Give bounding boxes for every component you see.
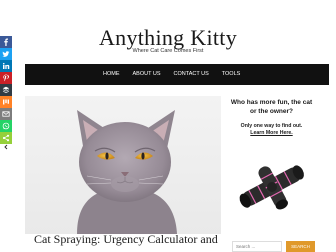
nav-item-tools[interactable]: TOOLS (222, 64, 241, 85)
email-icon (2, 111, 10, 117)
twitter-share-button[interactable] (0, 48, 12, 60)
share-bar-toggle[interactable] (3, 144, 9, 150)
nav-item-home[interactable]: HOME (103, 64, 120, 85)
search-input[interactable] (232, 241, 282, 252)
email-share-button[interactable] (0, 108, 12, 120)
ad-subtext: Only one way to find out. (240, 123, 303, 129)
site-header: Anything Kitty Where Cat Care Comes Firs… (0, 0, 336, 64)
chevron-left-icon (4, 144, 8, 150)
ad-learn-more-link[interactable]: Learn More Here. (229, 130, 314, 137)
nav-item-about-us[interactable]: ABOUT US (133, 64, 161, 85)
main-nav: HOME ABOUT US CONTACT US TOOLS (25, 64, 329, 85)
linkedin-icon (2, 62, 10, 69)
twitter-icon (2, 51, 10, 57)
buffer-share-button[interactable] (0, 84, 12, 96)
buffer-icon (2, 86, 10, 93)
share-button[interactable] (0, 132, 12, 144)
whatsapp-icon (2, 122, 10, 130)
pinterest-icon (3, 74, 9, 82)
site-title[interactable]: Anything Kitty (0, 26, 336, 50)
facebook-share-button[interactable] (0, 36, 12, 48)
site-tagline: Where Cat Care Comes First (132, 48, 204, 54)
mix-icon (3, 99, 9, 105)
linkedin-share-button[interactable] (0, 60, 12, 72)
ad-product-image[interactable] (232, 152, 312, 227)
featured-image[interactable] (25, 96, 221, 234)
search-button[interactable]: SEARCH (286, 241, 315, 252)
cat-photo (77, 110, 177, 234)
sidebar-ad[interactable]: Who has more fun, the cat or the owner? … (229, 96, 314, 233)
ad-headline: Who has more fun, the cat or the owner? (230, 99, 313, 115)
pinterest-share-button[interactable] (0, 72, 12, 84)
facebook-icon (4, 38, 8, 46)
nav-item-contact-us[interactable]: CONTACT US (174, 64, 209, 85)
social-share-bar (0, 36, 12, 144)
cat-tunnel-image (239, 165, 304, 210)
share-icon (2, 134, 10, 142)
whatsapp-share-button[interactable] (0, 120, 12, 132)
post-title[interactable]: Cat Spraying: Urgency Calculator and (34, 232, 219, 246)
mix-share-button[interactable] (0, 96, 12, 108)
